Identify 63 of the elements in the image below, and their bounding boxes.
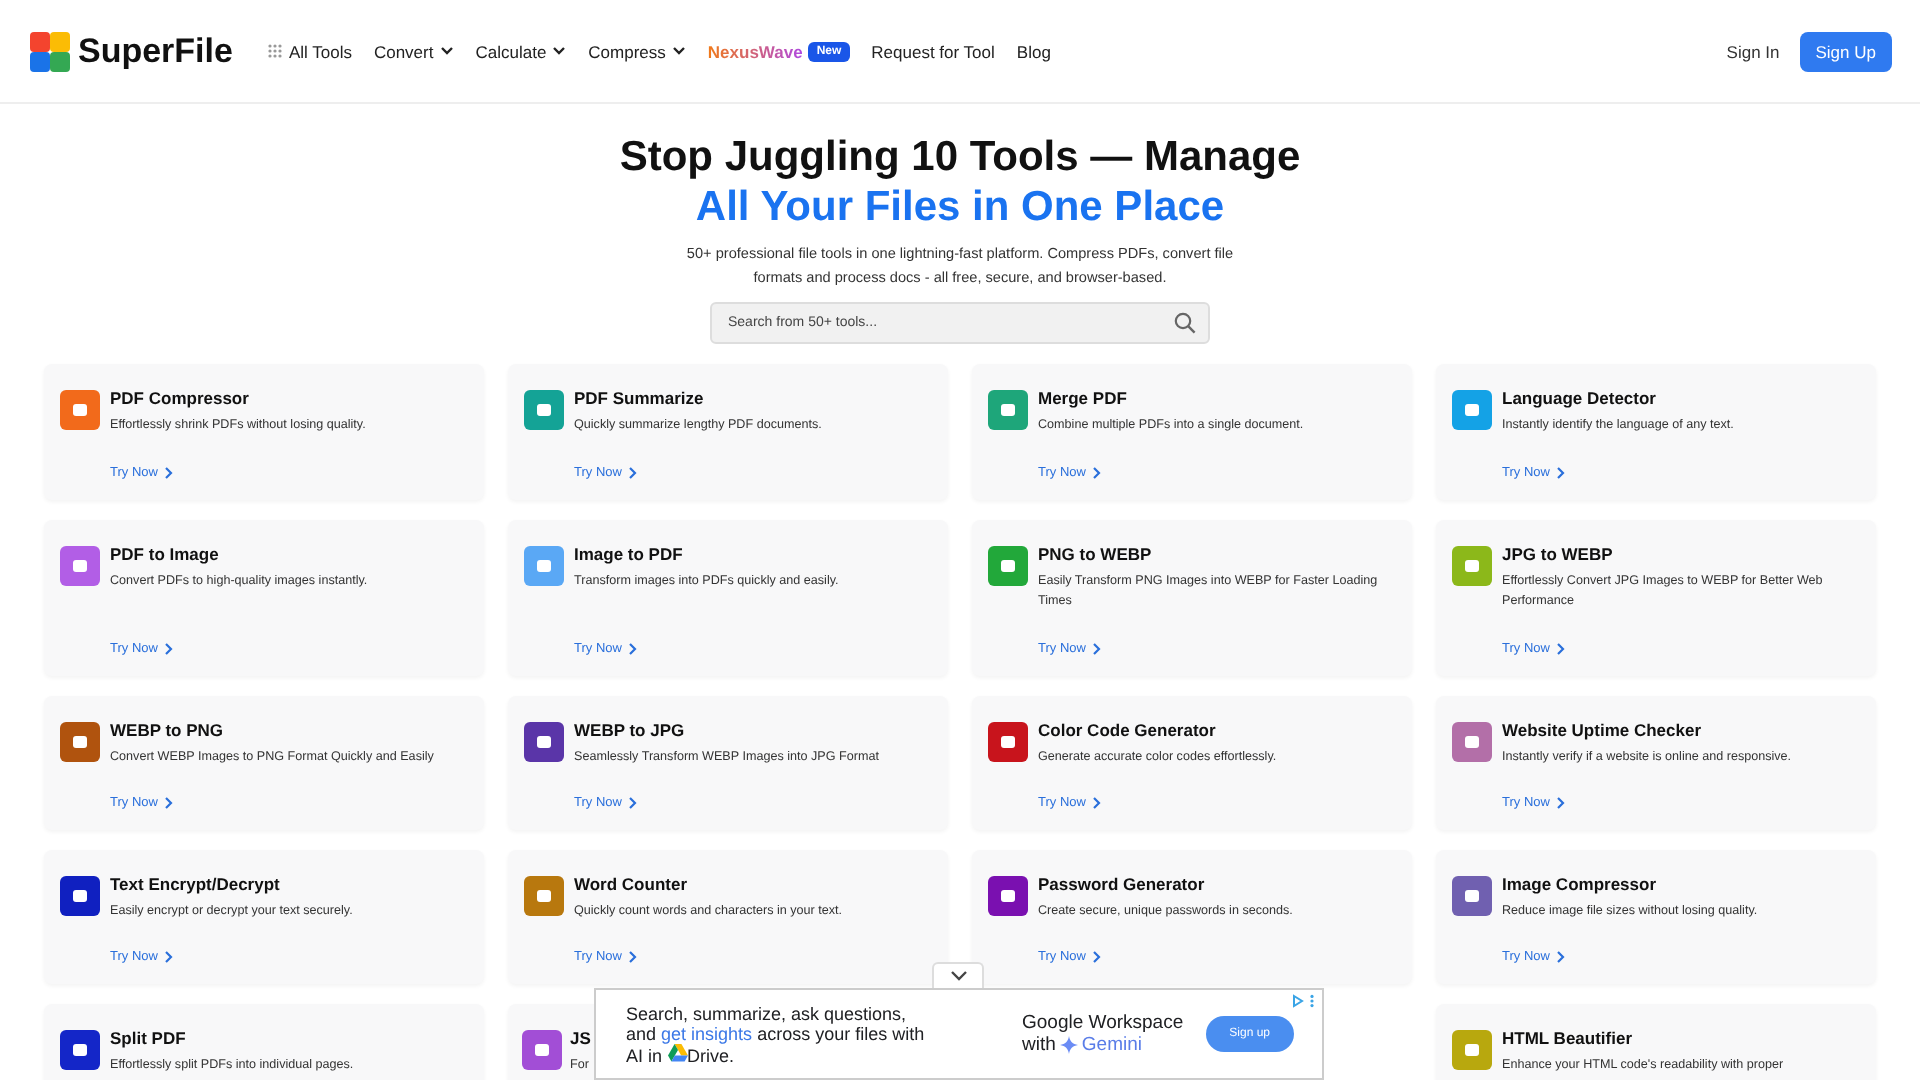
nav-dropdown[interactable]: Calculate (475, 41, 547, 61)
drive-icon (667, 1043, 688, 1061)
chevron-icon (163, 466, 174, 480)
chevron-icon (627, 796, 638, 810)
chevron-icon (627, 950, 638, 964)
sign-up-button[interactable]: Sign Up (1799, 31, 1892, 71)
nav-dropdown[interactable]: Compress (588, 41, 666, 61)
chevron-icon (163, 950, 174, 964)
chevron-icon (627, 466, 638, 480)
chevron-icon (1555, 950, 1566, 964)
chevron-icon (1091, 796, 1102, 810)
nav-dropdown[interactable]: Convert (373, 41, 434, 61)
tool-title: Image to PDF (574, 544, 685, 566)
nav-link[interactable]: Blog (1016, 41, 1051, 61)
tool-title: JS (570, 1028, 591, 1050)
ad-link[interactable]: get insights (661, 1023, 753, 1043)
chevron-icon (627, 642, 638, 656)
tool-title: Word Counter (574, 874, 690, 896)
tool-title: PDF Compressor (110, 388, 251, 410)
tool-title: PDF to Image (110, 544, 221, 566)
ad-headline: Search, summarize, ask questions, and get insights across your files with AI in Drive. (626, 1003, 926, 1065)
tool-title: PNG to WEBP (1038, 544, 1154, 566)
tool-title: Website Uptime Checker (1502, 720, 1704, 742)
tool-title: Color Code Generator (1038, 720, 1218, 742)
tool-title: Split PDF (110, 1028, 188, 1050)
chevron-icon (1555, 642, 1566, 656)
sign-in-link[interactable]: Sign In (1726, 41, 1780, 61)
tool-title: WEBP to PNG (110, 720, 226, 742)
chevron-icon (1091, 466, 1102, 480)
chevron-icon (949, 970, 967, 982)
ad-choices-icon[interactable] (1292, 994, 1316, 1008)
caret-icon (671, 46, 686, 56)
tool-title: PDF Summarize (574, 388, 706, 410)
ad-brand-name: Google Workspace (1022, 1012, 1184, 1034)
tool-title: Image Compressor (1502, 874, 1658, 896)
ad-brand-text: with (1022, 1034, 1056, 1056)
logo-icon (30, 31, 70, 71)
chevron-icon (163, 796, 174, 810)
sparkle-icon (1059, 1036, 1078, 1054)
hero-title: Stop Juggling 10 Tools — Manage (619, 132, 1301, 182)
nav-link[interactable]: Request for Tool (871, 41, 995, 61)
tool-title: HTML Beautifier (1502, 1028, 1635, 1050)
tool-title: Language Detector (1502, 388, 1658, 410)
collapse-tab[interactable] (932, 962, 984, 988)
tool-title: Merge PDF (1038, 388, 1129, 410)
nav-link[interactable]: All Tools (288, 41, 352, 61)
chevron-icon (1555, 466, 1566, 480)
hero-highlight: All Your Files in One Place (695, 182, 1225, 232)
caret-icon (552, 46, 567, 56)
logo-text[interactable]: SuperFile (78, 31, 233, 71)
chevron-icon (1091, 950, 1102, 964)
chevron-icon (163, 642, 174, 656)
tool-title: Password Generator (1038, 874, 1207, 896)
chevron-icon (1091, 642, 1102, 656)
ad-product-name: Gemini (1081, 1034, 1142, 1056)
tool-title: WEBP to JPG (574, 720, 687, 742)
grid-icon (268, 44, 283, 58)
tool-title: Text Encrypt/Decrypt (110, 874, 282, 896)
caret-icon (439, 46, 454, 56)
featured-link[interactable]: NexusWave (707, 41, 803, 61)
tool-title: JPG to WEBP (1502, 544, 1615, 566)
search-icon[interactable] (1174, 312, 1196, 334)
chevron-icon (1555, 796, 1566, 810)
